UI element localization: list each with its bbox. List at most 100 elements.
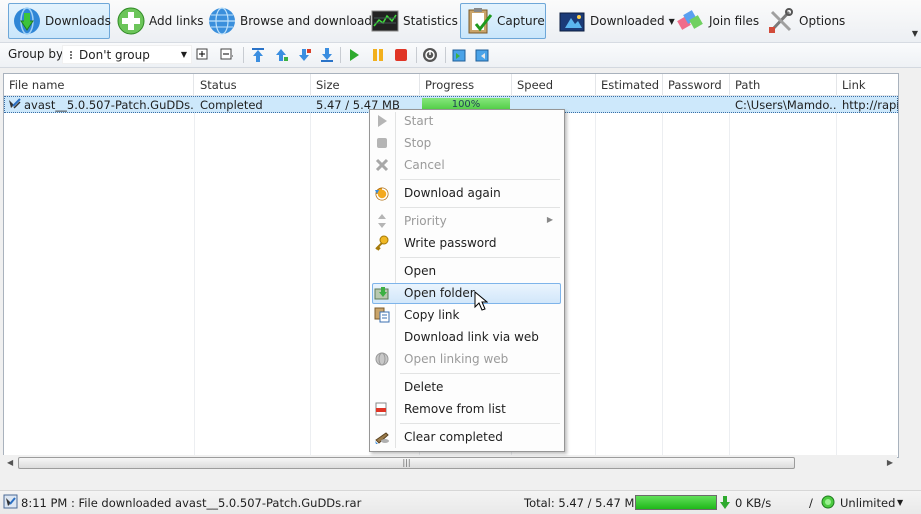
- column-divider: [310, 95, 311, 457]
- column-header-password[interactable]: Password: [663, 74, 730, 95]
- menu-separator: [400, 179, 560, 180]
- menu-item-label: Write password: [404, 236, 497, 250]
- export-list-icon[interactable]: [474, 47, 490, 63]
- menu-item-label: Open linking web: [404, 352, 509, 366]
- statistics-label: Statistics: [403, 14, 458, 28]
- column-divider: [662, 95, 663, 457]
- play-icon: [378, 115, 387, 127]
- menu-item-label: Clear completed: [404, 430, 503, 444]
- move-bottom-icon[interactable]: [319, 47, 335, 63]
- toolbar-separator: [445, 47, 446, 63]
- priority-icon: [378, 214, 386, 228]
- column-header-file-name[interactable]: File name: [4, 74, 194, 95]
- chevron-down-icon: ▼: [180, 50, 187, 59]
- menu-item-remove-from-list[interactable]: Remove from list: [372, 399, 561, 420]
- move-down-icon[interactable]: [296, 47, 312, 63]
- column-header-status[interactable]: Status: [195, 74, 311, 95]
- horizontal-scrollbar[interactable]: ◀ ||| ▶: [3, 455, 897, 472]
- menu-item-open-folder[interactable]: Open folder: [372, 283, 561, 304]
- menu-item-label: Priority: [404, 214, 447, 228]
- menu-item-label: Cancel: [404, 158, 445, 172]
- menu-item-start[interactable]: Start: [372, 111, 561, 132]
- group-dots-icon: [67, 50, 77, 60]
- downloads-button[interactable]: Downloads: [8, 3, 111, 39]
- capture-button[interactable]: Capture: [460, 3, 546, 39]
- menu-item-cancel[interactable]: Cancel: [372, 155, 561, 176]
- group-bar: Group by Don't group ▼: [0, 43, 921, 68]
- import-list-icon[interactable]: [451, 47, 467, 63]
- move-top-icon[interactable]: [250, 47, 266, 63]
- cancel-icon: [375, 158, 389, 172]
- options-label: Options: [799, 14, 846, 28]
- menu-item-priority[interactable]: Priority ▶: [372, 211, 561, 232]
- speed-divider: /: [809, 496, 813, 510]
- download-again-icon: [375, 187, 389, 201]
- expand-all-icon[interactable]: [195, 47, 211, 63]
- scroll-right-icon[interactable]: ▶: [887, 458, 893, 467]
- chevron-down-icon[interactable]: ▼: [897, 498, 903, 507]
- cell-link: http://rapid: [842, 98, 898, 112]
- menu-separator: [400, 257, 560, 258]
- add-links-label: Add links: [149, 14, 204, 28]
- downloads-label: Downloads: [45, 14, 111, 28]
- menu-item-label: Remove from list: [404, 402, 506, 416]
- toolbar-separator: [340, 47, 341, 63]
- stop-icon[interactable]: [393, 47, 409, 63]
- browse-download-label: Browse and download: [240, 14, 372, 28]
- column-header-speed[interactable]: Speed: [512, 74, 596, 95]
- statistics-button[interactable]: Statistics: [366, 3, 458, 39]
- statistics-monitor-icon: [371, 10, 399, 32]
- submenu-arrow-icon: ▶: [546, 215, 553, 224]
- group-by-value: Don't group: [79, 47, 150, 62]
- column-header-progress[interactable]: Progress: [420, 74, 512, 95]
- downloaded-button[interactable]: Downloaded ▼: [553, 3, 675, 39]
- menu-item-download-again[interactable]: Download again: [372, 183, 561, 204]
- menu-item-stop[interactable]: Stop: [372, 133, 561, 154]
- add-links-button[interactable]: Add links: [112, 3, 204, 39]
- options-button[interactable]: Options: [762, 3, 846, 39]
- menu-item-open-linking-web[interactable]: Open linking web: [372, 349, 561, 370]
- scroll-left-icon[interactable]: ◀: [7, 458, 13, 467]
- menu-item-write-password[interactable]: Write password: [372, 233, 561, 254]
- move-up-icon[interactable]: [273, 47, 289, 63]
- menu-item-open[interactable]: Open: [372, 261, 561, 282]
- column-divider: [194, 95, 195, 457]
- capture-label: Capture: [497, 14, 545, 28]
- broom-icon: [375, 432, 389, 444]
- start-icon[interactable]: [346, 47, 362, 63]
- speed-limit-value[interactable]: Unlimited: [840, 496, 895, 510]
- column-header-link[interactable]: Link: [837, 74, 898, 95]
- join-files-button[interactable]: Join files: [672, 3, 760, 39]
- pause-icon[interactable]: [370, 47, 386, 63]
- browse-download-button[interactable]: Browse and download: [203, 3, 372, 39]
- menu-separator: [400, 373, 560, 374]
- menu-item-label: Download again: [404, 186, 501, 200]
- mouse-cursor-icon: [474, 291, 488, 311]
- toolbar-separator: [416, 47, 417, 63]
- menu-item-label: Download link via web: [404, 330, 539, 344]
- main-toolbar: Downloads Add links Browse and download …: [0, 0, 921, 43]
- column-header-size[interactable]: Size: [311, 74, 420, 95]
- group-by-select[interactable]: Don't group ▼: [62, 45, 192, 64]
- cell-status: Completed: [200, 98, 263, 112]
- column-header-estimated[interactable]: Estimated: [596, 74, 663, 95]
- menu-item-copy-link[interactable]: Copy link: [372, 305, 561, 326]
- menu-item-clear-completed[interactable]: Clear completed: [372, 427, 561, 448]
- power-icon[interactable]: [422, 47, 438, 63]
- menu-item-download-link-via-web[interactable]: Download link via web: [372, 327, 561, 348]
- globe-icon: [375, 352, 389, 366]
- add-plus-icon: [117, 7, 145, 35]
- status-message: 8:11 PM : File downloaded avast__5.0.507…: [21, 496, 362, 510]
- globe-icon: [209, 7, 235, 35]
- column-header-path[interactable]: Path: [730, 74, 837, 95]
- downloaded-label: Downloaded: [590, 14, 665, 28]
- menu-item-delete[interactable]: Delete: [372, 377, 561, 398]
- speed-limit-icon[interactable]: [821, 495, 835, 509]
- download-arrow-icon: [720, 496, 730, 509]
- scrollbar-thumb[interactable]: |||: [18, 457, 795, 469]
- toolbar-overflow-icon[interactable]: ▼: [912, 29, 918, 38]
- cell-file-name: avast__5.0.507-Patch.GuDDs.rar: [24, 98, 194, 112]
- menu-item-label: Delete: [404, 380, 444, 394]
- collapse-all-icon[interactable]: [219, 47, 235, 63]
- completed-file-icon: [9, 98, 21, 109]
